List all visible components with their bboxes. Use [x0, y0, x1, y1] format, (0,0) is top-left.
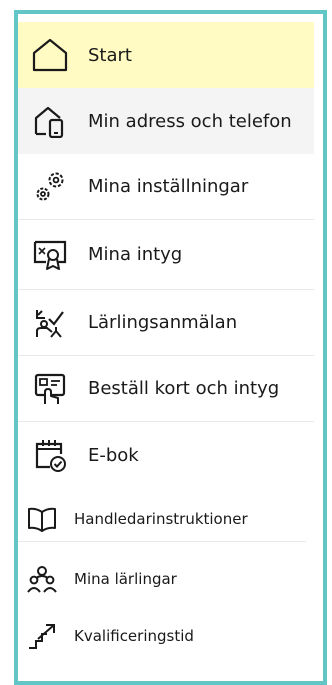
certificate-icon — [30, 235, 70, 275]
menu-item-label: Mina intyg — [88, 244, 183, 265]
book-icon — [24, 499, 60, 539]
menu-item-label: Min adress och telefon — [88, 110, 292, 132]
menu-item-label: Lärlingsanmälan — [88, 312, 238, 333]
menu-item-label: E-bok — [88, 444, 139, 466]
calendar-check-icon — [30, 435, 70, 475]
menu-item-my-apprentices[interactable]: Mina lärlingar — [18, 556, 286, 602]
order-card-icon — [30, 369, 70, 409]
menu-item-label: Mina lärlingar — [74, 570, 177, 588]
menu-item-certificates[interactable]: Mina intyg — [18, 220, 314, 290]
home-phone-icon — [30, 101, 70, 141]
apprentice-registration-icon — [30, 303, 70, 343]
menu-item-qualification-time[interactable]: Kvalificeringstid — [18, 612, 286, 660]
gears-icon — [30, 167, 70, 207]
menu-item-start[interactable]: Start — [18, 22, 314, 88]
menu-item-label: Handledarinstruktioner — [74, 509, 248, 528]
stairs-arrow-icon — [24, 616, 60, 656]
menu-item-label: Mina inställningar — [88, 176, 249, 197]
menu-item-ebook[interactable]: E-bok — [18, 422, 314, 488]
menu-item-label: Beställ kort och intyg — [88, 378, 280, 399]
menu-item-label: Start — [88, 44, 132, 66]
menu-item-settings[interactable]: Mina inställningar — [18, 154, 314, 220]
menu-item-supervisor-instructions[interactable]: Handledarinstruktioner — [18, 496, 306, 542]
menu-item-address-phone[interactable]: Min adress och telefon — [18, 88, 314, 154]
menu-item-order-card[interactable]: Beställ kort och intyg — [18, 356, 314, 422]
menu-item-label: Kvalificeringstid — [74, 627, 194, 645]
menu-item-apprentice-registration[interactable]: Lärlingsanmälan — [18, 290, 314, 356]
home-icon — [30, 35, 70, 75]
people-icon — [24, 559, 60, 599]
